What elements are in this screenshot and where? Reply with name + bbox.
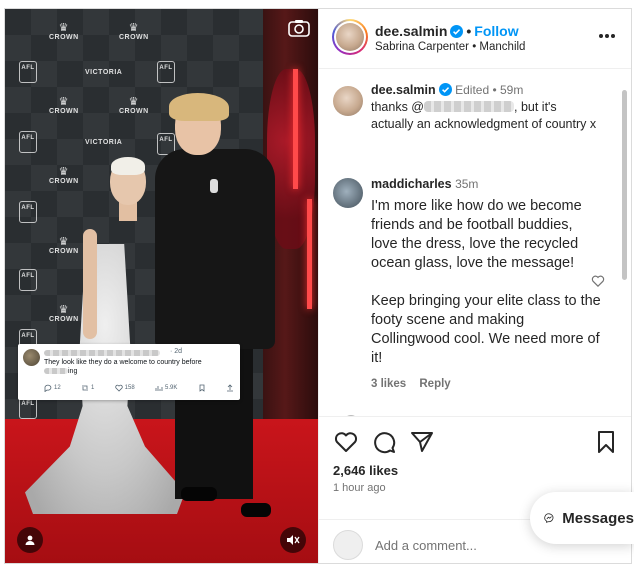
more-icon bbox=[599, 34, 603, 38]
mute-icon bbox=[287, 535, 300, 545]
afl-logo: AFL bbox=[19, 397, 37, 419]
user-tag-icon bbox=[25, 535, 35, 545]
post-actions bbox=[319, 429, 631, 459]
crown-logo: ♛ CROWN bbox=[49, 96, 79, 116]
mute-button[interactable] bbox=[280, 527, 306, 553]
comment-body: dee.salmin Edited • 59m thanks @, but it… bbox=[371, 82, 601, 133]
mention-blurred bbox=[424, 101, 514, 112]
man-hair bbox=[169, 93, 229, 121]
messages-label: Messages bbox=[562, 509, 634, 527]
afl-logo: AFL bbox=[19, 61, 37, 83]
tweet-avatar bbox=[23, 349, 40, 366]
comments-section[interactable]: dee.salmin Edited • 59m thanks @, but it… bbox=[319, 70, 631, 417]
bookmark-icon[interactable] bbox=[593, 429, 619, 455]
verified-icon bbox=[438, 83, 452, 96]
author-avatar[interactable] bbox=[332, 19, 368, 55]
post-sidebar: dee.salmin • Follow Sabrina Carpenter • Ma… bbox=[318, 9, 631, 563]
woman-hair bbox=[111, 157, 145, 175]
tweet-actions: 12 1 158 5.9K bbox=[44, 384, 234, 392]
comment-body: maddicharles 35m I'm more like how do we… bbox=[371, 176, 601, 393]
audio-artist: Sabrina Carpenter bbox=[375, 41, 469, 53]
reply-icon bbox=[44, 384, 52, 392]
tweet-retweets: 1 bbox=[81, 384, 94, 392]
embedded-tweet: · 2d They look like they do a welcome to… bbox=[18, 344, 240, 400]
heart-icon[interactable] bbox=[333, 429, 359, 455]
tweet-text-blurred bbox=[44, 368, 68, 375]
comment-text: Keep bringing your elite class to the fo… bbox=[371, 293, 601, 366]
tweet-views: 5.9K bbox=[155, 384, 177, 392]
tweet-replies: 12 bbox=[44, 384, 61, 392]
messenger-icon bbox=[544, 513, 554, 523]
comment-footer: 3 likes Reply bbox=[371, 376, 601, 393]
comment-avatar[interactable] bbox=[333, 86, 363, 116]
comment-meta: Edited • 59m bbox=[455, 83, 524, 97]
afl-logo: AFL bbox=[157, 61, 175, 83]
post-modal: ♛ CROWN ♛ CROWN AFL VICTORIA AFL ♛ CROWN ♛ C… bbox=[4, 8, 632, 564]
post-header: dee.salmin • Follow Sabrina Carpenter • Ma… bbox=[319, 9, 631, 69]
avatar-photo bbox=[336, 23, 364, 51]
bookmark-icon bbox=[199, 384, 205, 392]
comment-username[interactable]: maddicharles bbox=[371, 177, 452, 191]
audio-subtitle[interactable]: Sabrina Carpenter • Manchild bbox=[375, 41, 525, 53]
tweet-author-blurred bbox=[44, 350, 160, 356]
comment-icon[interactable] bbox=[371, 429, 397, 455]
comment-meta: 35m bbox=[455, 177, 479, 191]
man-shoe bbox=[181, 487, 217, 501]
verified-icon bbox=[450, 25, 464, 38]
comment-likes[interactable]: 3 likes bbox=[371, 378, 406, 390]
crown-logo: ♛ CROWN bbox=[119, 96, 149, 116]
user-tag-button[interactable] bbox=[17, 527, 43, 553]
author-line: dee.salmin • Follow bbox=[375, 23, 519, 39]
neon-light bbox=[293, 69, 298, 189]
tweet-likes: 158 bbox=[114, 384, 135, 392]
post-time: 1 hour ago bbox=[333, 482, 386, 494]
comment-text: I'm more like how do we become friends a… bbox=[371, 198, 582, 271]
current-user-avatar bbox=[333, 530, 363, 560]
tweet-share bbox=[226, 384, 234, 392]
more-icon bbox=[611, 34, 615, 38]
reply-button[interactable]: Reply bbox=[419, 378, 450, 390]
audio-track: Manchild bbox=[479, 41, 526, 53]
retweet-icon bbox=[82, 385, 88, 391]
views-icon bbox=[155, 386, 163, 391]
comments-scrollbar[interactable] bbox=[622, 90, 627, 280]
camera-icon bbox=[288, 20, 310, 37]
crown-logo: ♛ CROWN bbox=[49, 304, 79, 324]
post-media[interactable]: ♛ CROWN ♛ CROWN AFL VICTORIA AFL ♛ CROWN ♛ C… bbox=[5, 9, 318, 563]
man-shoe bbox=[241, 503, 271, 517]
afl-logo: AFL bbox=[19, 269, 37, 291]
tweet-bookmark bbox=[198, 384, 206, 392]
afl-logo: AFL bbox=[19, 201, 37, 223]
separator-dot: • bbox=[466, 23, 472, 39]
share-icon bbox=[226, 384, 233, 392]
tweet-text: They look like they do a welcome to coun… bbox=[44, 359, 202, 375]
crown-logo: ♛ CROWN bbox=[119, 22, 149, 42]
neon-light bbox=[307, 199, 312, 309]
victoria-logo: VICTORIA bbox=[85, 139, 123, 146]
more-icon bbox=[605, 34, 609, 38]
follow-button[interactable]: Follow bbox=[474, 23, 518, 39]
next-comment-avatar bbox=[343, 415, 359, 416]
more-options-button[interactable] bbox=[597, 27, 617, 45]
brooch bbox=[210, 179, 218, 193]
victoria-logo: VICTORIA bbox=[85, 69, 123, 76]
comment-like-icon[interactable] bbox=[591, 274, 605, 288]
author-username[interactable]: dee.salmin bbox=[375, 23, 447, 39]
share-icon[interactable] bbox=[409, 429, 435, 455]
tweet-time: · 2d bbox=[170, 348, 183, 355]
comment-text: thanks @, but it's actually an acknowled… bbox=[371, 100, 597, 131]
crown-logo: ♛ CROWN bbox=[49, 236, 79, 256]
heart-icon bbox=[114, 384, 123, 392]
comment-avatar[interactable] bbox=[333, 178, 363, 208]
crown-logo: ♛ CROWN bbox=[49, 22, 79, 42]
crown-logo: ♛ CROWN bbox=[49, 166, 79, 186]
likes-count[interactable]: 2,646 likes bbox=[333, 463, 398, 478]
afl-logo: AFL bbox=[19, 131, 37, 153]
comment-username[interactable]: dee.salmin bbox=[371, 83, 436, 97]
messages-button[interactable]: Messages bbox=[530, 492, 634, 544]
woman-arm bbox=[83, 229, 97, 339]
